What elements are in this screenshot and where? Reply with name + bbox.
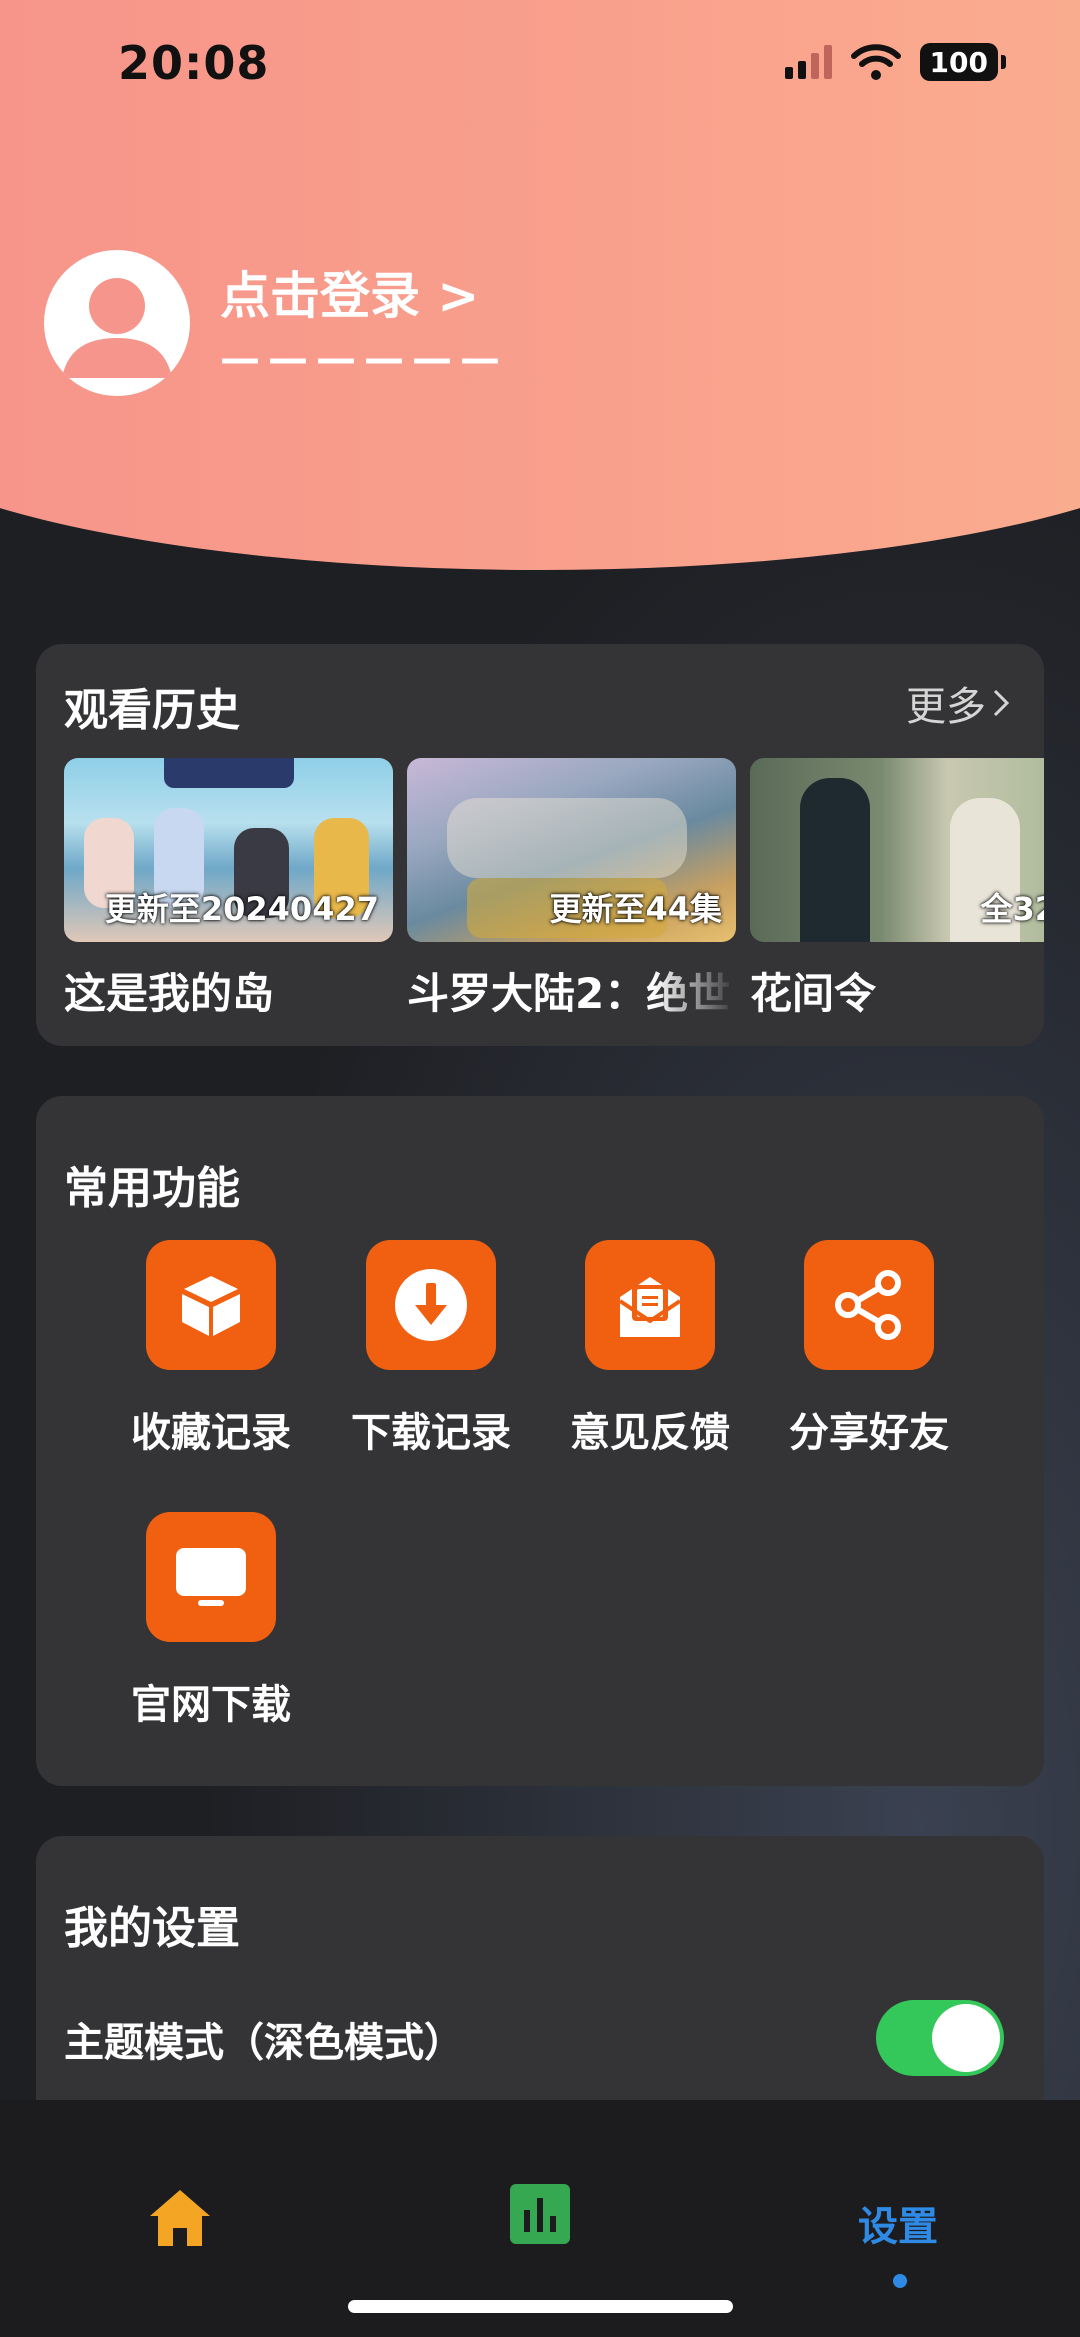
chevron-right-icon — [993, 689, 1010, 717]
monitor-icon — [146, 1512, 276, 1642]
history-thumbnail: 更新至44集 — [407, 758, 736, 942]
official-download-button[interactable]: 官网下载 — [111, 1512, 311, 1730]
history-item[interactable]: 全32集 花间令 — [750, 758, 1044, 1021]
episode-badge: 更新至20240427 — [104, 890, 379, 928]
history-item[interactable]: 更新至44集 斗罗大陆2：绝世 — [407, 758, 736, 1021]
func-label: 下载记录 — [351, 1410, 511, 1456]
settings-card: 我的设置 主题模式（深色模式） — [36, 1836, 1044, 2136]
battery-icon: 100 — [919, 43, 1007, 81]
history-list: 更新至20240427 这是我的岛 更新至44集 斗罗大陆2：绝世 全32集 — [64, 758, 1044, 1028]
feedback-mail-icon — [585, 1240, 715, 1370]
status-icons: 100 — [784, 42, 1007, 82]
user-icon — [62, 278, 172, 378]
more-label: 更多 — [906, 684, 986, 730]
toggle-knob — [932, 2004, 1000, 2072]
status-time: 20:08 — [118, 36, 270, 90]
history-title: 斗罗大陆2：绝世 — [407, 969, 731, 1018]
more-link[interactable]: 更多 — [906, 674, 1010, 732]
tab-settings[interactable]: 设置 — [858, 2194, 938, 2252]
history-title: 这是我的岛 — [64, 969, 275, 1018]
func-label: 分享好友 — [789, 1410, 949, 1456]
feedback-button[interactable]: 意见反馈 — [550, 1240, 750, 1458]
favorites-button[interactable]: 收藏记录 — [111, 1240, 311, 1458]
functions-card: 常用功能 收藏记录 下载记录 意见反馈 分享好友 官网下载 — [36, 1096, 1044, 1786]
bar-chart-glyph — [524, 2198, 556, 2232]
wifi-icon — [850, 44, 901, 80]
home-icon[interactable] — [148, 2188, 212, 2248]
func-label: 官网下载 — [131, 1682, 291, 1728]
settings-title: 我的设置 — [64, 1903, 240, 1954]
func-label: 意见反馈 — [570, 1410, 730, 1456]
history-item[interactable]: 更新至20240427 这是我的岛 — [64, 758, 393, 1021]
box-icon — [146, 1240, 276, 1370]
history-title: 花间令 — [750, 969, 877, 1018]
functions-title: 常用功能 — [64, 1163, 240, 1214]
theme-mode-label: 主题模式（深色模式） — [64, 2020, 464, 2066]
func-label: 收藏记录 — [131, 1410, 291, 1456]
login-link[interactable]: 点击登录 > — [220, 256, 479, 328]
share-icon — [804, 1240, 934, 1370]
watch-history-title: 观看历史 — [64, 685, 240, 736]
watch-history-card: 观看历史 更多 更新至20240427 这是我的岛 更新至44集 斗罗大陆2：绝… — [36, 644, 1044, 1046]
episode-badge: 更新至44集 — [549, 890, 722, 928]
theme-mode-toggle[interactable] — [876, 2000, 1004, 2076]
active-tab-indicator — [893, 2274, 907, 2288]
avatar[interactable] — [44, 250, 190, 396]
share-button[interactable]: 分享好友 — [769, 1240, 969, 1458]
signal-icon — [784, 45, 832, 79]
screen: 20:08 100 点击登录 > —————— 观看历史 更多 更新至20240… — [0, 0, 1080, 2337]
history-thumbnail: 全32集 — [750, 758, 1044, 942]
home-indicator[interactable] — [348, 2300, 733, 2313]
downloads-button[interactable]: 下载记录 — [331, 1240, 531, 1458]
profile-subtitle: —————— — [220, 336, 508, 382]
history-thumbnail: 更新至20240427 — [64, 758, 393, 942]
download-icon — [366, 1240, 496, 1370]
episode-badge: 全32集 — [980, 890, 1044, 928]
chart-icon[interactable] — [510, 2184, 570, 2244]
